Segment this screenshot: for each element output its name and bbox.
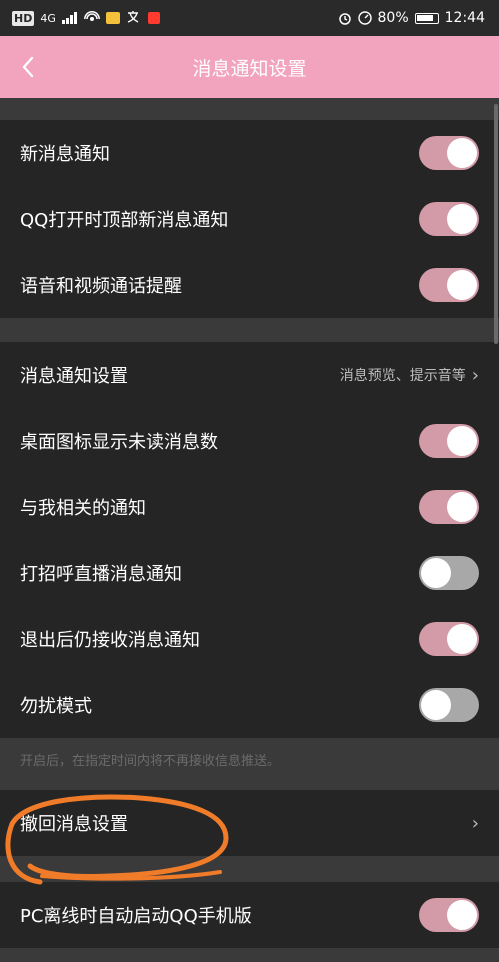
row-detail: 消息预览、提示音等 ›: [340, 365, 479, 386]
receive-after-logout-toggle[interactable]: [419, 622, 479, 656]
row-label: 撤回消息设置: [20, 814, 128, 835]
section-gap: [0, 318, 499, 342]
translate-icon: [127, 11, 139, 23]
toggle-knob: [447, 492, 477, 522]
battery-icon: [414, 12, 439, 24]
row-recall-message-settings[interactable]: 撤回消息设置 ›: [0, 790, 499, 856]
section-gap: [0, 948, 499, 962]
chevron-left-icon: [22, 56, 34, 78]
back-button[interactable]: [14, 53, 42, 81]
row-related-notifications[interactable]: 与我相关的通知: [0, 474, 499, 540]
toggle-knob: [447, 138, 477, 168]
pc-offline-toggle[interactable]: [419, 898, 479, 932]
section-gap: [0, 856, 499, 882]
signal-icon: [61, 12, 77, 24]
row-label: 与我相关的通知: [20, 498, 146, 519]
toggle-knob: [447, 204, 477, 234]
row-label: QQ打开时顶部新消息通知: [20, 210, 229, 231]
row-call-reminder[interactable]: 语音和视频通话提醒: [0, 252, 499, 318]
row-detail: ›: [472, 813, 479, 834]
do-not-disturb-toggle[interactable]: [419, 688, 479, 722]
detail-text: 消息预览、提示音等: [339, 368, 466, 384]
status-right: 80% 12:44: [338, 10, 485, 26]
row-label: 消息通知设置: [20, 366, 128, 387]
status-bar: HD 4G 80% 12:44: [0, 0, 499, 36]
app-notification-icon: [105, 12, 120, 24]
hotspot-icon: [83, 11, 100, 21]
row-label: 桌面图标显示未读消息数: [20, 432, 218, 453]
toggle-knob: [447, 426, 477, 456]
row-label: 语音和视频通话提醒: [20, 276, 182, 297]
row-do-not-disturb[interactable]: 勿扰模式: [0, 672, 499, 738]
header-bar: 消息通知设置: [0, 36, 499, 98]
toggle-knob: [421, 558, 451, 588]
app-badge-icon: [147, 12, 160, 24]
section-gap: [0, 98, 499, 120]
toggle-knob: [447, 624, 477, 654]
unread-badge-toggle[interactable]: [419, 424, 479, 458]
speed-icon: [357, 11, 372, 25]
row-label: PC离线时自动启动QQ手机版: [20, 906, 252, 927]
row-label: 打招呼直播消息通知: [20, 564, 182, 585]
chevron-right-icon: ›: [471, 812, 479, 834]
row-message-notification-settings[interactable]: 消息通知设置 消息预览、提示音等 ›: [0, 342, 499, 408]
row-label: 勿扰模式: [20, 696, 92, 717]
toggle-knob: [447, 270, 477, 300]
row-label: 退出后仍接收消息通知: [20, 630, 200, 651]
row-new-message-notification[interactable]: 新消息通知: [0, 120, 499, 186]
new-message-toggle[interactable]: [419, 136, 479, 170]
row-receive-after-logout[interactable]: 退出后仍接收消息通知: [0, 606, 499, 672]
page-title: 消息通知设置: [192, 57, 307, 80]
toggle-knob: [447, 900, 477, 930]
greeting-live-toggle[interactable]: [419, 556, 479, 590]
top-notification-toggle[interactable]: [419, 202, 479, 236]
row-pc-offline-auto-start[interactable]: PC离线时自动启动QQ手机版: [0, 882, 499, 948]
battery-percent: 80%: [377, 10, 409, 26]
row-label: 新消息通知: [20, 144, 110, 165]
chevron-right-icon: ›: [471, 364, 479, 386]
row-top-notification[interactable]: QQ打开时顶部新消息通知: [0, 186, 499, 252]
toggle-knob: [421, 690, 451, 720]
status-left: HD 4G: [12, 10, 160, 26]
network-type: 4G: [40, 11, 56, 25]
clock: 12:44: [444, 10, 485, 26]
dnd-hint: 开启后，在指定时间内将不再接收信息推送。: [0, 738, 499, 790]
scrollbar[interactable]: [494, 104, 498, 344]
hd-badge: HD: [12, 10, 35, 26]
row-greeting-live-notification[interactable]: 打招呼直播消息通知: [0, 540, 499, 606]
call-reminder-toggle[interactable]: [419, 268, 479, 302]
related-notifications-toggle[interactable]: [419, 490, 479, 524]
row-unread-badge[interactable]: 桌面图标显示未读消息数: [0, 408, 499, 474]
alarm-icon: [338, 13, 351, 25]
